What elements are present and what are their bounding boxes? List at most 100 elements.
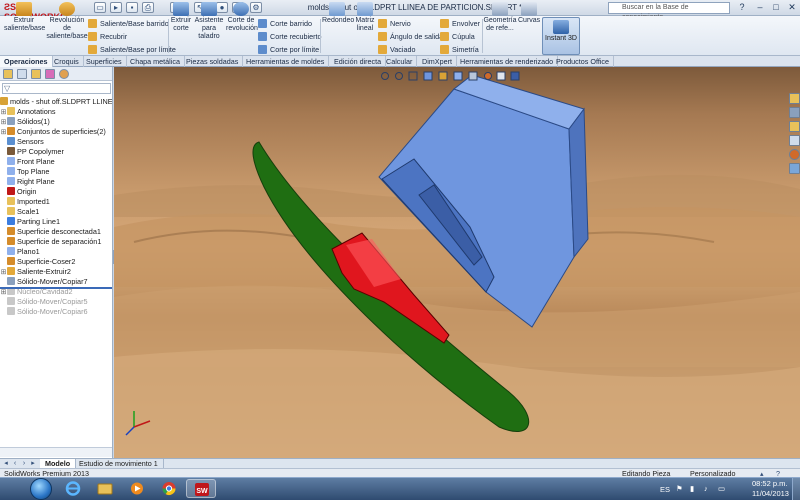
rollback-bar[interactable] (0, 287, 112, 289)
rib-button[interactable]: Nervio (378, 18, 411, 29)
hole-wizard-button[interactable]: Asistente para taladro (193, 2, 225, 41)
extrude-cut-button[interactable]: Extruir corte (170, 2, 192, 33)
tree-item[interactable]: ⊞ Annotations (0, 107, 112, 117)
swept-boss-button[interactable]: Saliente/Base barrido (88, 18, 169, 29)
extrude-boss-button[interactable]: Extruir saliente/base (4, 2, 45, 33)
tree-item[interactable]: Sólido-Mover/Copiar7 (0, 277, 112, 287)
taskbar-solidworks-icon[interactable]: SW (186, 479, 216, 498)
tab-piezas-soldadas[interactable]: Piezas soldadas (182, 56, 244, 67)
tree-item[interactable]: Superficie-Coser2 (0, 257, 112, 267)
show-desktop-button[interactable] (792, 478, 800, 500)
last-tab-arrow-icon[interactable]: ▸ (29, 460, 37, 468)
open-folder-icon[interactable]: ▸ (110, 2, 122, 13)
tree-item[interactable]: Imported1 (0, 197, 112, 207)
fillet-button[interactable]: Redondeo (322, 2, 354, 25)
revolve-cut-button[interactable]: Corte de revolución (226, 2, 258, 33)
expand-toggle-icon[interactable]: ⊞ (0, 118, 7, 127)
help-icon[interactable]: ? (734, 1, 750, 14)
tab-dimxpert[interactable]: DimXpert (418, 56, 457, 67)
new-document-icon[interactable]: ▭ (94, 2, 106, 13)
taskbar-chrome-icon[interactable] (154, 479, 184, 498)
tab-edicion-directa[interactable]: Edición directa (330, 56, 387, 67)
tree-item[interactable]: Parting Line1 (0, 217, 112, 227)
tray-network-icon[interactable]: ▮ (690, 484, 694, 493)
shell-button[interactable]: Vaciado (378, 44, 415, 55)
prev-tab-arrow-icon[interactable]: ‹ (11, 460, 19, 468)
tree-item[interactable]: Sólido-Mover/Copiar6 (0, 307, 112, 317)
lofted-cut-button[interactable]: Corte recubierto (258, 31, 322, 42)
graphics-viewport[interactable] (114, 67, 800, 458)
feature-filter-input[interactable] (2, 83, 111, 94)
first-tab-arrow-icon[interactable]: ◂ (2, 460, 10, 468)
tree-item[interactable]: Right Plane (0, 177, 112, 187)
tree-item[interactable]: ⊞ Conjuntos de superficies(2) (0, 127, 112, 137)
language-indicator[interactable]: ES (660, 485, 670, 494)
expand-toggle-icon[interactable]: ⊞ (0, 108, 7, 117)
dome-button[interactable]: Cúpula (440, 31, 475, 42)
print-icon[interactable]: ⎙ (142, 2, 154, 13)
tab-croquis[interactable]: Croquis (50, 56, 84, 67)
tree-item[interactable]: Superficie desconectada1 (0, 227, 112, 237)
expand-toggle-icon[interactable]: ⊞ (0, 288, 7, 297)
display-manager-icon[interactable] (59, 69, 69, 79)
tab-herramientas-moldes[interactable]: Herramientas de moldes (242, 56, 330, 67)
next-tab-arrow-icon[interactable]: › (20, 460, 28, 468)
linear-pattern-button[interactable]: Matriz lineal (353, 2, 377, 33)
expand-toggle-icon[interactable]: ⊞ (0, 128, 7, 137)
tree-item[interactable]: ⊞ Sólidos(1) (0, 117, 112, 127)
windows-start-button[interactable] (30, 478, 52, 500)
configuration-manager-icon[interactable] (31, 69, 41, 79)
swept-cut-button[interactable]: Corte barrido (258, 18, 312, 29)
tab-calcular[interactable]: Calcular (382, 56, 418, 67)
clock-time[interactable]: 08:52 p.m. (752, 479, 787, 488)
tab-chapa-metalica[interactable]: Chapa metálica (126, 56, 185, 67)
heads-up-view-toolbar[interactable] (379, 70, 539, 82)
file-explorer-icon[interactable] (789, 121, 800, 132)
resources-icon[interactable] (789, 93, 800, 104)
revolve-boss-button[interactable]: Revolución de saliente/base (46, 2, 88, 41)
taskbar-ie-icon[interactable] (58, 479, 88, 498)
feature-tree-icon[interactable] (3, 69, 13, 79)
tray-battery-icon[interactable]: ▭ (718, 484, 725, 493)
tab-superficies[interactable]: Superficies (82, 56, 127, 67)
expand-toggle-icon[interactable]: ⊞ (0, 268, 7, 277)
design-library-icon[interactable] (789, 107, 800, 118)
draft-button[interactable]: Ángulo de salida (378, 31, 443, 42)
minimize-button[interactable]: – (752, 1, 768, 14)
close-button[interactable]: ✕ (784, 1, 800, 14)
horizontal-scrollbar[interactable] (0, 447, 112, 457)
tree-item[interactable]: Front Plane (0, 157, 112, 167)
tree-item[interactable]: Sensors (0, 137, 112, 147)
loft-button[interactable]: Recubrir (88, 31, 127, 42)
property-manager-icon[interactable] (17, 69, 27, 79)
tree-item[interactable]: Sólido-Mover/Copiar5 (0, 297, 112, 307)
taskbar-media-player-icon[interactable] (122, 479, 152, 498)
tree-item[interactable]: Origin (0, 187, 112, 197)
instant3d-toggle[interactable]: Instant 3D (542, 17, 580, 55)
tab-operaciones[interactable]: Operaciones (0, 56, 53, 67)
custom-properties-icon[interactable] (789, 163, 800, 174)
taskbar-explorer-icon[interactable] (90, 479, 120, 498)
tree-item[interactable]: Superficie de separación1 (0, 237, 112, 247)
appearances-icon[interactable] (789, 149, 800, 160)
wrap-button[interactable]: Envolver (440, 18, 480, 29)
tree-root[interactable]: molds - shut off.SLDPRT LLINEA D (0, 97, 112, 107)
tab-herramientas-renderizado[interactable]: Herramientas de renderizado (456, 56, 559, 67)
tree-item[interactable]: ⊞ Saliente-Extruir2 (0, 267, 112, 277)
reference-geometry-button[interactable]: Geometría de refe... (483, 2, 517, 33)
view-palette-icon[interactable] (789, 135, 800, 146)
tab-productos-office[interactable]: Productos Office (552, 56, 615, 67)
search-input[interactable]: Buscar en la Base de conocimiento (608, 2, 730, 21)
tray-volume-icon[interactable]: ♪ (704, 484, 708, 493)
tree-item[interactable]: Plano1 (0, 247, 112, 257)
clock-date[interactable]: 11/04/2013 (752, 489, 789, 498)
tray-flag-icon[interactable]: ⚑ (676, 484, 683, 493)
tree-item[interactable]: PP Copolymer (0, 147, 112, 157)
maximize-button[interactable]: □ (768, 1, 784, 14)
tree-item[interactable]: Scale1 (0, 207, 112, 217)
boundary-cut-button[interactable]: Corte por límite (258, 44, 319, 55)
mirror-button[interactable]: Simetría (440, 44, 479, 55)
dimxpert-manager-icon[interactable] (45, 69, 55, 79)
curves-button[interactable]: Curvas (518, 2, 540, 25)
boundary-boss-button[interactable]: Saliente/Base por límite (88, 44, 176, 55)
